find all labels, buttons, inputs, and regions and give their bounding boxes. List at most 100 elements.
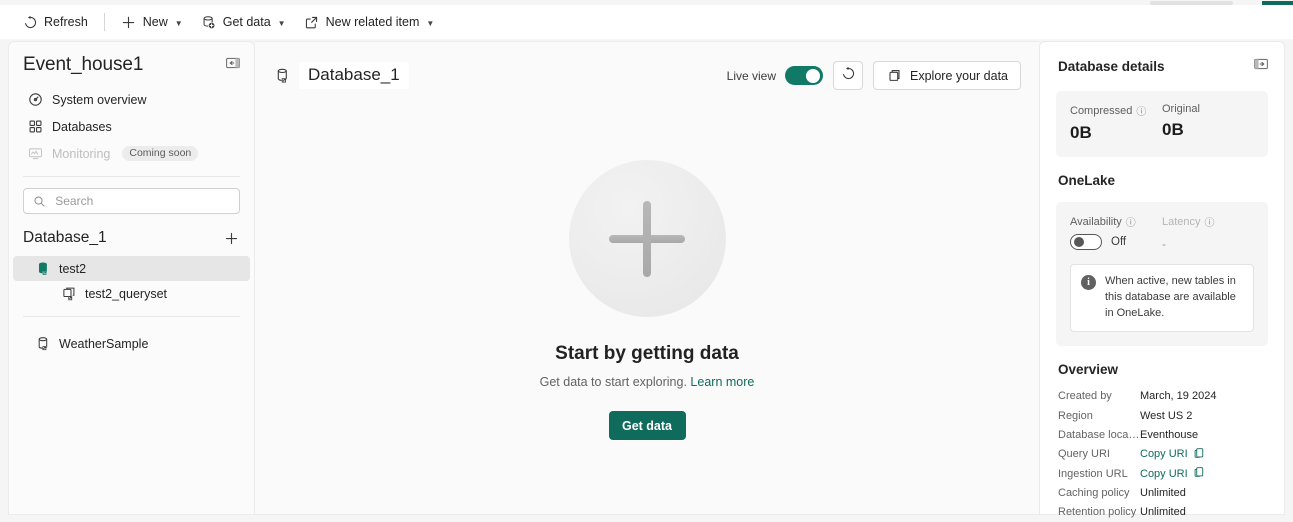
sidebar: Event_house1 System overview Databases M… bbox=[8, 41, 255, 515]
size-metrics-columns: Compressed ⓘ 0B Original 0B bbox=[1070, 103, 1254, 143]
ingestion-url-copy-link[interactable]: Copy URI bbox=[1140, 466, 1205, 481]
sidebar-item-databases[interactable]: Databases bbox=[17, 113, 246, 140]
database-shortcut-icon bbox=[275, 68, 291, 84]
chevron-down-icon: ▼ bbox=[426, 18, 435, 28]
overview-key: Caching policy bbox=[1058, 486, 1130, 499]
overview-list: Created by March, 19 2024 Region West US… bbox=[1058, 387, 1268, 522]
live-view-toggle[interactable] bbox=[785, 66, 824, 85]
sidebar-item-monitoring: Monitoring Coming soon bbox=[17, 140, 246, 167]
plus-glyph bbox=[609, 200, 685, 277]
copy-icon[interactable] bbox=[1193, 447, 1205, 462]
compressed-label-row: Compressed ⓘ bbox=[1070, 103, 1162, 119]
info-icon[interactable]: ⓘ bbox=[1205, 214, 1215, 229]
latency-label-row: Latency ⓘ bbox=[1162, 214, 1254, 230]
sidebar-header: Event_house1 bbox=[9, 42, 254, 76]
overview-row: Region West US 2 bbox=[1058, 406, 1268, 425]
query-uri-copy-link[interactable]: Copy URI bbox=[1140, 447, 1205, 462]
plus-circle-icon bbox=[568, 160, 726, 317]
sidebar-item-label: Databases bbox=[52, 119, 112, 134]
tree-title: Database_1 bbox=[23, 229, 107, 246]
get-data-primary-button[interactable]: Get data bbox=[608, 411, 686, 440]
info-icon[interactable]: ⓘ bbox=[1126, 214, 1136, 229]
refresh-icon bbox=[22, 14, 38, 30]
tree-divider bbox=[23, 316, 240, 317]
overview-key: Query URI bbox=[1058, 448, 1110, 461]
sidebar-divider bbox=[23, 176, 240, 177]
refresh-label: Refresh bbox=[44, 15, 88, 29]
overview-value: West US 2 bbox=[1140, 409, 1193, 422]
sidebar-item-system-overview[interactable]: System overview bbox=[17, 86, 246, 113]
sidebar-search[interactable] bbox=[23, 188, 240, 214]
command-bar: Refresh New ▼ Get data ▼ New related ite… bbox=[0, 5, 1293, 39]
copy-icon[interactable] bbox=[1193, 466, 1205, 481]
new-button[interactable]: New ▼ bbox=[113, 9, 191, 35]
onelake-availability-toggle[interactable] bbox=[1070, 234, 1102, 250]
tree-item-test2[interactable]: test2 bbox=[13, 256, 250, 281]
availability-toggle-row: Off bbox=[1070, 234, 1162, 250]
sidebar-item-label: System overview bbox=[52, 92, 147, 107]
latency-label: Latency bbox=[1162, 215, 1201, 228]
explore-your-data-button[interactable]: Explore your data bbox=[873, 61, 1021, 90]
sidebar-collapse-button[interactable] bbox=[222, 54, 244, 76]
add-item-button[interactable] bbox=[220, 227, 242, 249]
search-input[interactable] bbox=[53, 193, 231, 209]
onelake-note: i When active, new tables in this databa… bbox=[1070, 264, 1254, 332]
onelake-section-title: OneLake bbox=[1058, 173, 1116, 188]
overview-value: March, 19 2024 bbox=[1140, 390, 1217, 403]
availability-label-row: Availability ⓘ bbox=[1070, 214, 1162, 230]
database-name-field[interactable]: Database_1 bbox=[299, 62, 409, 89]
learn-more-link[interactable]: Learn more bbox=[690, 375, 754, 389]
database-tree-header: Database_1 bbox=[9, 214, 254, 249]
plus-vertical bbox=[643, 200, 651, 277]
sidebar-nav: System overview Databases Monitoring Com… bbox=[9, 86, 254, 167]
overview-value: Eventhouse bbox=[1140, 429, 1199, 442]
onelake-columns: Availability ⓘ Off Latency ⓘ - bbox=[1070, 214, 1254, 251]
database-shortcut-icon bbox=[35, 261, 51, 277]
live-view-label: Live view bbox=[726, 68, 777, 83]
get-data-button[interactable]: Get data ▼ bbox=[193, 9, 294, 35]
info-icon[interactable]: ⓘ bbox=[1136, 103, 1146, 118]
new-related-item-label: New related item bbox=[325, 15, 420, 29]
eventhouse-page: Refresh New ▼ Get data ▼ New related ite… bbox=[0, 0, 1293, 518]
content-refresh-button[interactable] bbox=[833, 61, 864, 90]
get-data-label: Get data bbox=[222, 15, 271, 29]
details-panel-collapse-button[interactable] bbox=[1250, 55, 1272, 77]
latency-value: - bbox=[1162, 237, 1166, 251]
details-panel: Database details Compressed ⓘ 0B Origina… bbox=[1039, 41, 1285, 518]
onelake-note-text: When active, new tables in this database… bbox=[1105, 275, 1236, 319]
compressed-value: 0B bbox=[1070, 123, 1092, 142]
empty-state-subtitle-text: Get data to start exploring. bbox=[539, 375, 687, 389]
sidebar-item-label: Monitoring bbox=[52, 146, 111, 161]
onelake-card: Availability ⓘ Off Latency ⓘ - i When ac… bbox=[1056, 202, 1268, 346]
monitor-icon bbox=[27, 146, 43, 162]
empty-state-title: Start by getting data bbox=[555, 343, 739, 364]
get-data-icon bbox=[201, 14, 217, 30]
workspace-frame: Event_house1 System overview Databases M… bbox=[8, 41, 1285, 518]
empty-state-subtitle: Get data to start exploring. Learn more bbox=[255, 375, 1039, 389]
overview-row: Database locati... Eventhouse bbox=[1058, 425, 1268, 444]
availability-label: Availability bbox=[1070, 215, 1122, 228]
tree-item-test2-queryset[interactable]: test2_queryset bbox=[13, 281, 250, 306]
content-header: Database_1 Live view Explore your data bbox=[255, 42, 1039, 90]
panel-collapse-icon bbox=[225, 55, 241, 76]
overview-row: Retention policy Unlimited bbox=[1058, 503, 1268, 522]
database-shortcut-icon bbox=[35, 336, 51, 352]
overview-value: Unlimited bbox=[1140, 506, 1186, 519]
content-header-actions: Live view Explore your data bbox=[727, 61, 1021, 90]
compressed-label: Compressed bbox=[1070, 104, 1133, 117]
refresh-button[interactable]: Refresh bbox=[14, 9, 96, 35]
original-value: 0B bbox=[1162, 120, 1184, 139]
tree-item-weathersample[interactable]: WeatherSample bbox=[13, 331, 250, 356]
search-icon bbox=[32, 193, 46, 209]
overview-key: Retention policy bbox=[1058, 506, 1137, 519]
info-icon: i bbox=[1081, 275, 1096, 290]
database-title-group: Database_1 bbox=[275, 62, 409, 89]
gauge-icon bbox=[27, 92, 43, 108]
size-metrics-card: Compressed ⓘ 0B Original 0B bbox=[1056, 91, 1268, 157]
new-related-item-button[interactable]: New related item ▼ bbox=[296, 9, 443, 35]
availability-metric: Availability ⓘ Off bbox=[1070, 214, 1162, 251]
toggle-knob bbox=[806, 68, 821, 83]
explore-icon bbox=[886, 68, 902, 84]
original-label: Original bbox=[1162, 103, 1200, 115]
main-content: Database_1 Live view Explore your data S… bbox=[255, 41, 1039, 515]
